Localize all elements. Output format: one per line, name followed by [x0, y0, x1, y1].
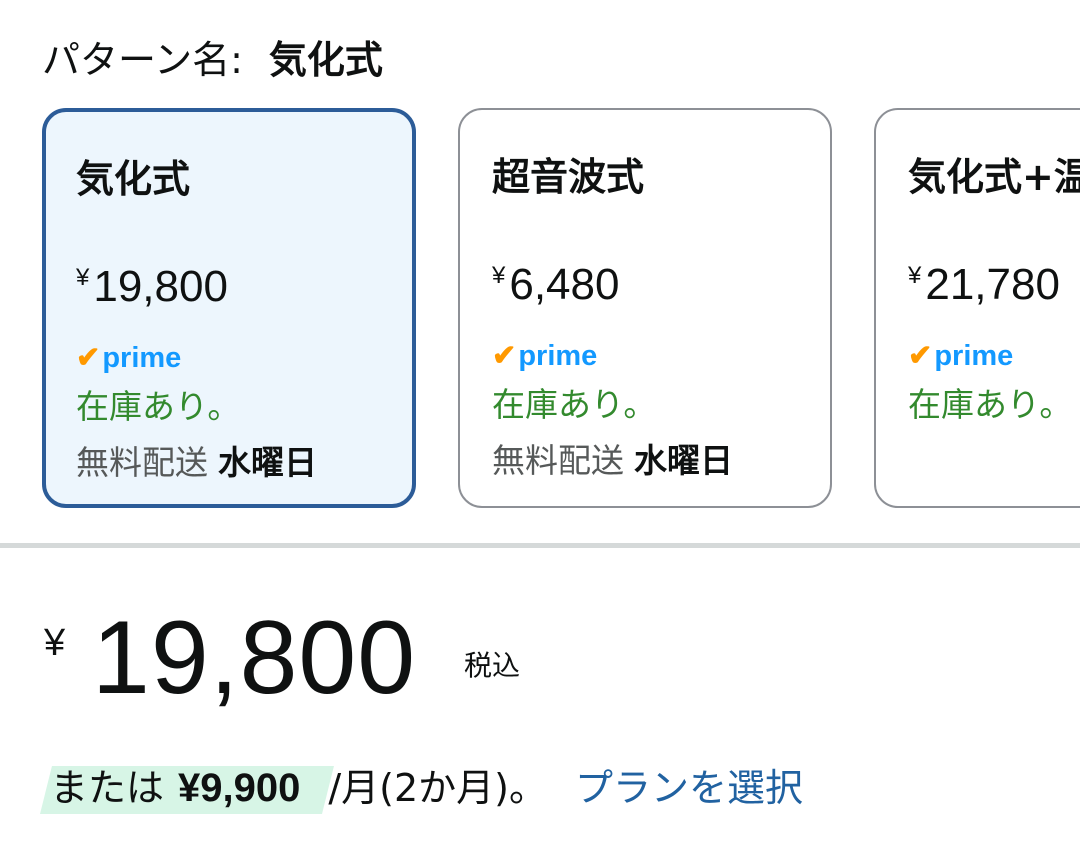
pattern-selector-header: パターン名: 気化式 [42, 32, 383, 88]
prime-badge: ✔prime [908, 338, 1013, 372]
installment-prefix: または [50, 766, 165, 810]
installment-offer: または ¥9,900/月(2か月)。 プランを選択 [40, 760, 803, 816]
prime-label: prime [102, 342, 182, 374]
prime-badge: ✔prime [492, 338, 597, 372]
prime-label: prime [518, 340, 598, 372]
check-icon: ✔ [908, 340, 933, 372]
section-divider [0, 543, 1080, 548]
delivery-label: 無料配送 [492, 441, 624, 480]
yen-symbol: ¥ [492, 262, 506, 289]
installment-period: /月(2か月)。 [328, 766, 547, 810]
prime-label: prime [934, 340, 1014, 372]
prime-badge: ✔prime [76, 340, 181, 374]
select-plan-link[interactable]: プランを選択 [575, 766, 803, 810]
price-amount: 19,800 [92, 600, 417, 716]
check-icon: ✔ [76, 342, 101, 374]
pattern-value: 気化式 [268, 38, 383, 82]
yen-symbol: ¥ [908, 262, 922, 289]
yen-symbol: ¥ [76, 264, 90, 291]
option-price-value: 19,800 [93, 262, 228, 311]
product-page: パターン名: 気化式 気化式 ¥19,800 ✔prime 在庫あり。 無料配送水… [0, 0, 1080, 849]
delivery-info: 無料配送 水曜日 [492, 434, 733, 482]
delivery-day: 水曜日 [634, 441, 733, 480]
pattern-label: パターン名: [42, 38, 243, 82]
installment-badge: または ¥9,900 [40, 760, 322, 816]
option-price-value: 6,480 [509, 260, 620, 309]
stock-status: 在庫あり。 [908, 385, 1073, 424]
option-price: ¥19,800 [76, 262, 228, 312]
option-price: ¥21,780 [908, 260, 1060, 310]
check-icon: ✔ [492, 340, 517, 372]
option-title: 気化式 [76, 157, 191, 201]
tax-note: 税込 [464, 649, 521, 682]
option-card-kikashiki[interactable]: 気化式 ¥19,800 ✔prime 在庫あり。 無料配送 水曜日 [42, 108, 416, 508]
stock-status: 在庫あり。 [492, 385, 657, 424]
option-price: ¥6,480 [492, 260, 619, 310]
pattern-options: 気化式 ¥19,800 ✔prime 在庫あり。 無料配送 水曜日 超音波式 ¥6… [0, 108, 1080, 512]
option-card-kikashiki-plus[interactable]: 気化式+温 ¥21,780 ✔prime 在庫あり。 [874, 108, 1080, 508]
option-price-value: 21,780 [925, 260, 1060, 309]
delivery-label: 無料配送 [76, 443, 208, 482]
option-card-chouonpa[interactable]: 超音波式 ¥6,480 ✔prime 在庫あり。 無料配送 水曜日 [458, 108, 832, 508]
installment-amount: ¥9,900 [178, 766, 301, 810]
option-title: 気化式+温 [908, 155, 1080, 199]
delivery-day: 水曜日 [218, 443, 317, 482]
delivery-info: 無料配送 水曜日 [76, 436, 317, 484]
option-title: 超音波式 [492, 155, 645, 199]
stock-status: 在庫あり。 [76, 387, 241, 426]
yen-symbol: ¥ [44, 622, 66, 664]
